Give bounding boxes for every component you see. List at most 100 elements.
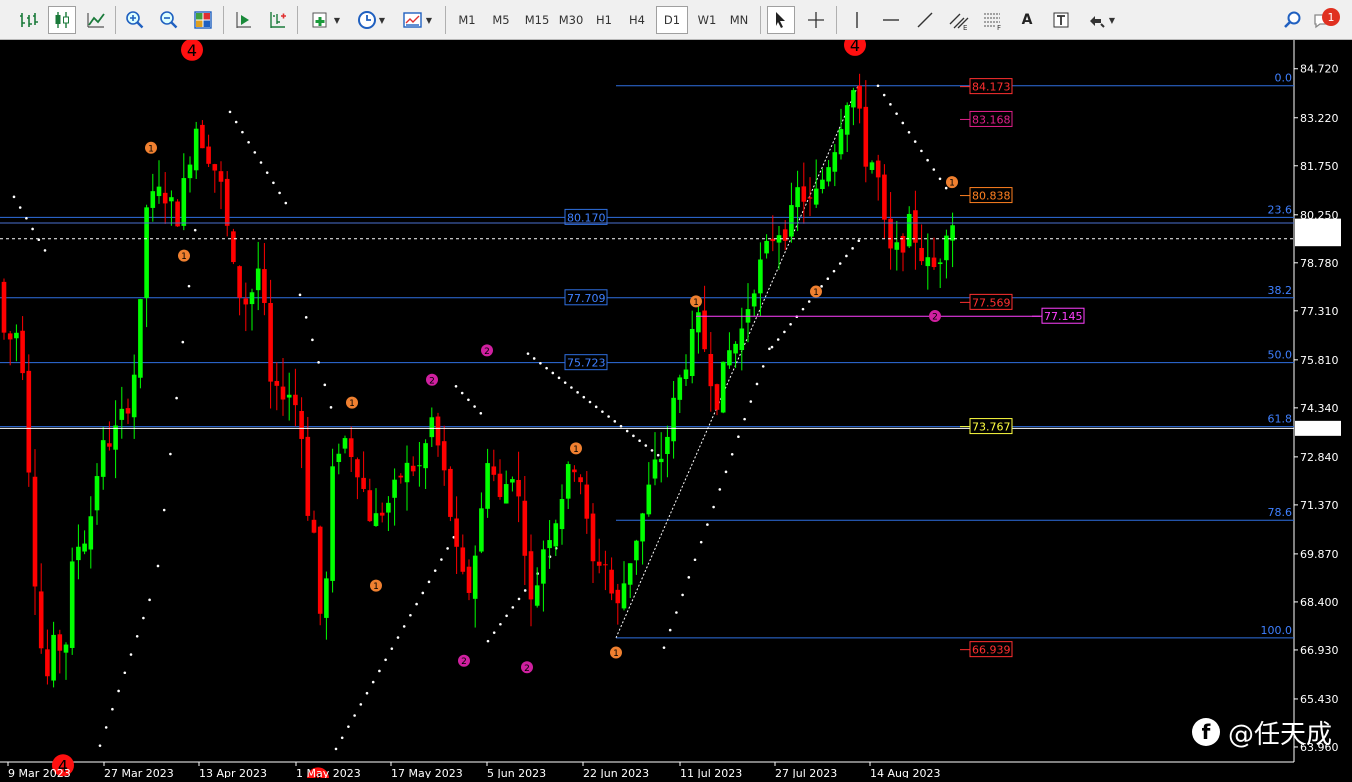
timeframe-m5-button[interactable]: M5 xyxy=(485,6,517,34)
timeframe-h1-button[interactable]: H1 xyxy=(588,6,620,34)
psar-dot xyxy=(272,181,275,185)
psar-dot xyxy=(440,558,443,561)
candle-body xyxy=(820,179,825,190)
candle-body xyxy=(603,564,608,566)
zoom-in-icon[interactable] xyxy=(121,6,149,34)
price-tick-label: 68.400 xyxy=(1300,596,1339,609)
candle-body xyxy=(727,350,732,366)
candle-body xyxy=(937,262,943,265)
psar-dot xyxy=(876,84,880,88)
candle-body xyxy=(392,479,397,498)
notification-badge: 1 xyxy=(1322,8,1340,26)
wave-label: 1 xyxy=(349,399,355,409)
vertical-line-icon[interactable] xyxy=(843,6,871,34)
psar-dot xyxy=(613,420,617,423)
crosshair-icon[interactable] xyxy=(802,6,830,34)
psar-dot xyxy=(284,201,288,205)
tile-windows-icon[interactable] xyxy=(189,6,217,34)
candle-body xyxy=(423,443,428,469)
candle-body xyxy=(156,186,162,197)
psar-dot xyxy=(409,613,412,617)
candle-body xyxy=(658,458,664,463)
psar-dot xyxy=(650,449,654,452)
bar-chart-icon[interactable] xyxy=(14,6,42,34)
timeframe-m15-button[interactable]: M15 xyxy=(519,6,555,34)
candle-body xyxy=(851,90,856,108)
psar-dot xyxy=(467,398,470,402)
price-tag-label: 77.569 xyxy=(972,296,1011,309)
chart-shift-icon[interactable] xyxy=(263,6,291,34)
candle-body xyxy=(317,526,323,614)
candle-body xyxy=(944,235,949,261)
equidistant-channel-icon[interactable]: E xyxy=(945,6,973,34)
timeframe-m1-button[interactable]: M1 xyxy=(451,6,483,34)
psar-dot xyxy=(241,130,244,134)
psar-dot xyxy=(619,424,623,428)
candle-body xyxy=(534,585,540,606)
wave-4-label: 4 xyxy=(187,41,197,60)
candle-body xyxy=(683,369,689,380)
text-label-icon[interactable] xyxy=(1047,6,1075,34)
fibonacci-retracement-icon[interactable]: F xyxy=(979,6,1007,34)
candle-body xyxy=(627,563,633,585)
psar-dot xyxy=(857,239,861,243)
candle-body xyxy=(367,490,373,522)
candle-body xyxy=(857,85,862,109)
psar-dot xyxy=(446,547,449,550)
psar-dot xyxy=(532,357,536,360)
zoom-out-icon[interactable] xyxy=(155,6,183,34)
time-tick-label: 5 Jun 2023 xyxy=(487,767,546,778)
price-tick-label: 74.340 xyxy=(1300,402,1339,415)
svg-text:F: F xyxy=(997,24,1001,30)
psar-dot xyxy=(576,391,579,394)
candle-body xyxy=(590,513,596,562)
candle-body xyxy=(231,231,236,263)
psar-dot xyxy=(662,646,666,649)
candle-body xyxy=(76,546,81,561)
indicators-menu[interactable]: ▼ xyxy=(305,6,345,34)
candle-body xyxy=(689,328,695,377)
candle-body xyxy=(107,443,112,447)
candle-body xyxy=(200,124,205,149)
candle-body xyxy=(522,500,528,556)
psar-dot xyxy=(365,691,369,695)
psar-dot xyxy=(402,625,406,628)
line-chart-icon[interactable] xyxy=(82,6,110,34)
price-tick-label: 78.780 xyxy=(1300,257,1339,270)
psar-dot xyxy=(396,636,400,639)
chevron-down-icon: ▼ xyxy=(425,15,433,25)
timeframe-d1-button[interactable]: D1 xyxy=(656,6,688,34)
wave-label: 1 xyxy=(949,179,955,189)
timeframe-w1-button[interactable]: W1 xyxy=(691,6,723,34)
text-tool-icon[interactable]: A xyxy=(1013,6,1041,34)
chart-canvas[interactable]: 0.0 23.6 38.2 50.0 61.8 78.6 100.0 80.170 77.709… xyxy=(0,33,1352,782)
auto-scroll-icon[interactable] xyxy=(229,6,257,34)
periods-menu[interactable]: ▼ xyxy=(351,6,391,34)
timeframe-mn-button[interactable]: MN xyxy=(723,6,755,34)
psar-dot xyxy=(505,614,508,618)
trend-line-icon[interactable] xyxy=(911,6,939,34)
timeframe-h4-button[interactable]: H4 xyxy=(621,6,653,34)
price-chart[interactable]: 0.0 23.6 38.2 50.0 61.8 78.6 100.0 80.170 77.709… xyxy=(0,33,1352,782)
search-icon[interactable] xyxy=(1279,6,1307,34)
candle-body xyxy=(652,459,658,479)
timeframe-m30-button[interactable]: M30 xyxy=(553,6,589,34)
psar-dot xyxy=(932,168,936,171)
psar-dot xyxy=(807,300,811,303)
psar-dot xyxy=(329,406,333,409)
candle-body xyxy=(131,374,137,418)
cursor-icon[interactable] xyxy=(767,6,795,34)
candle-body xyxy=(441,441,447,471)
time-tick-label: 1 May 2023 xyxy=(296,767,361,778)
psar-dot xyxy=(175,396,178,400)
templates-menu[interactable]: ▼ xyxy=(397,6,437,34)
psar-dot xyxy=(783,330,786,334)
candle-body xyxy=(410,465,416,472)
facebook-logo-icon: f xyxy=(1192,718,1220,746)
arrows-menu[interactable]: ▼ xyxy=(1083,6,1119,34)
horizontal-line-icon[interactable] xyxy=(877,6,905,34)
price-tick-label: 65.430 xyxy=(1300,693,1339,706)
candlestick-chart-icon[interactable] xyxy=(48,6,76,34)
psar-dot xyxy=(712,505,715,509)
candle-body xyxy=(696,312,701,333)
